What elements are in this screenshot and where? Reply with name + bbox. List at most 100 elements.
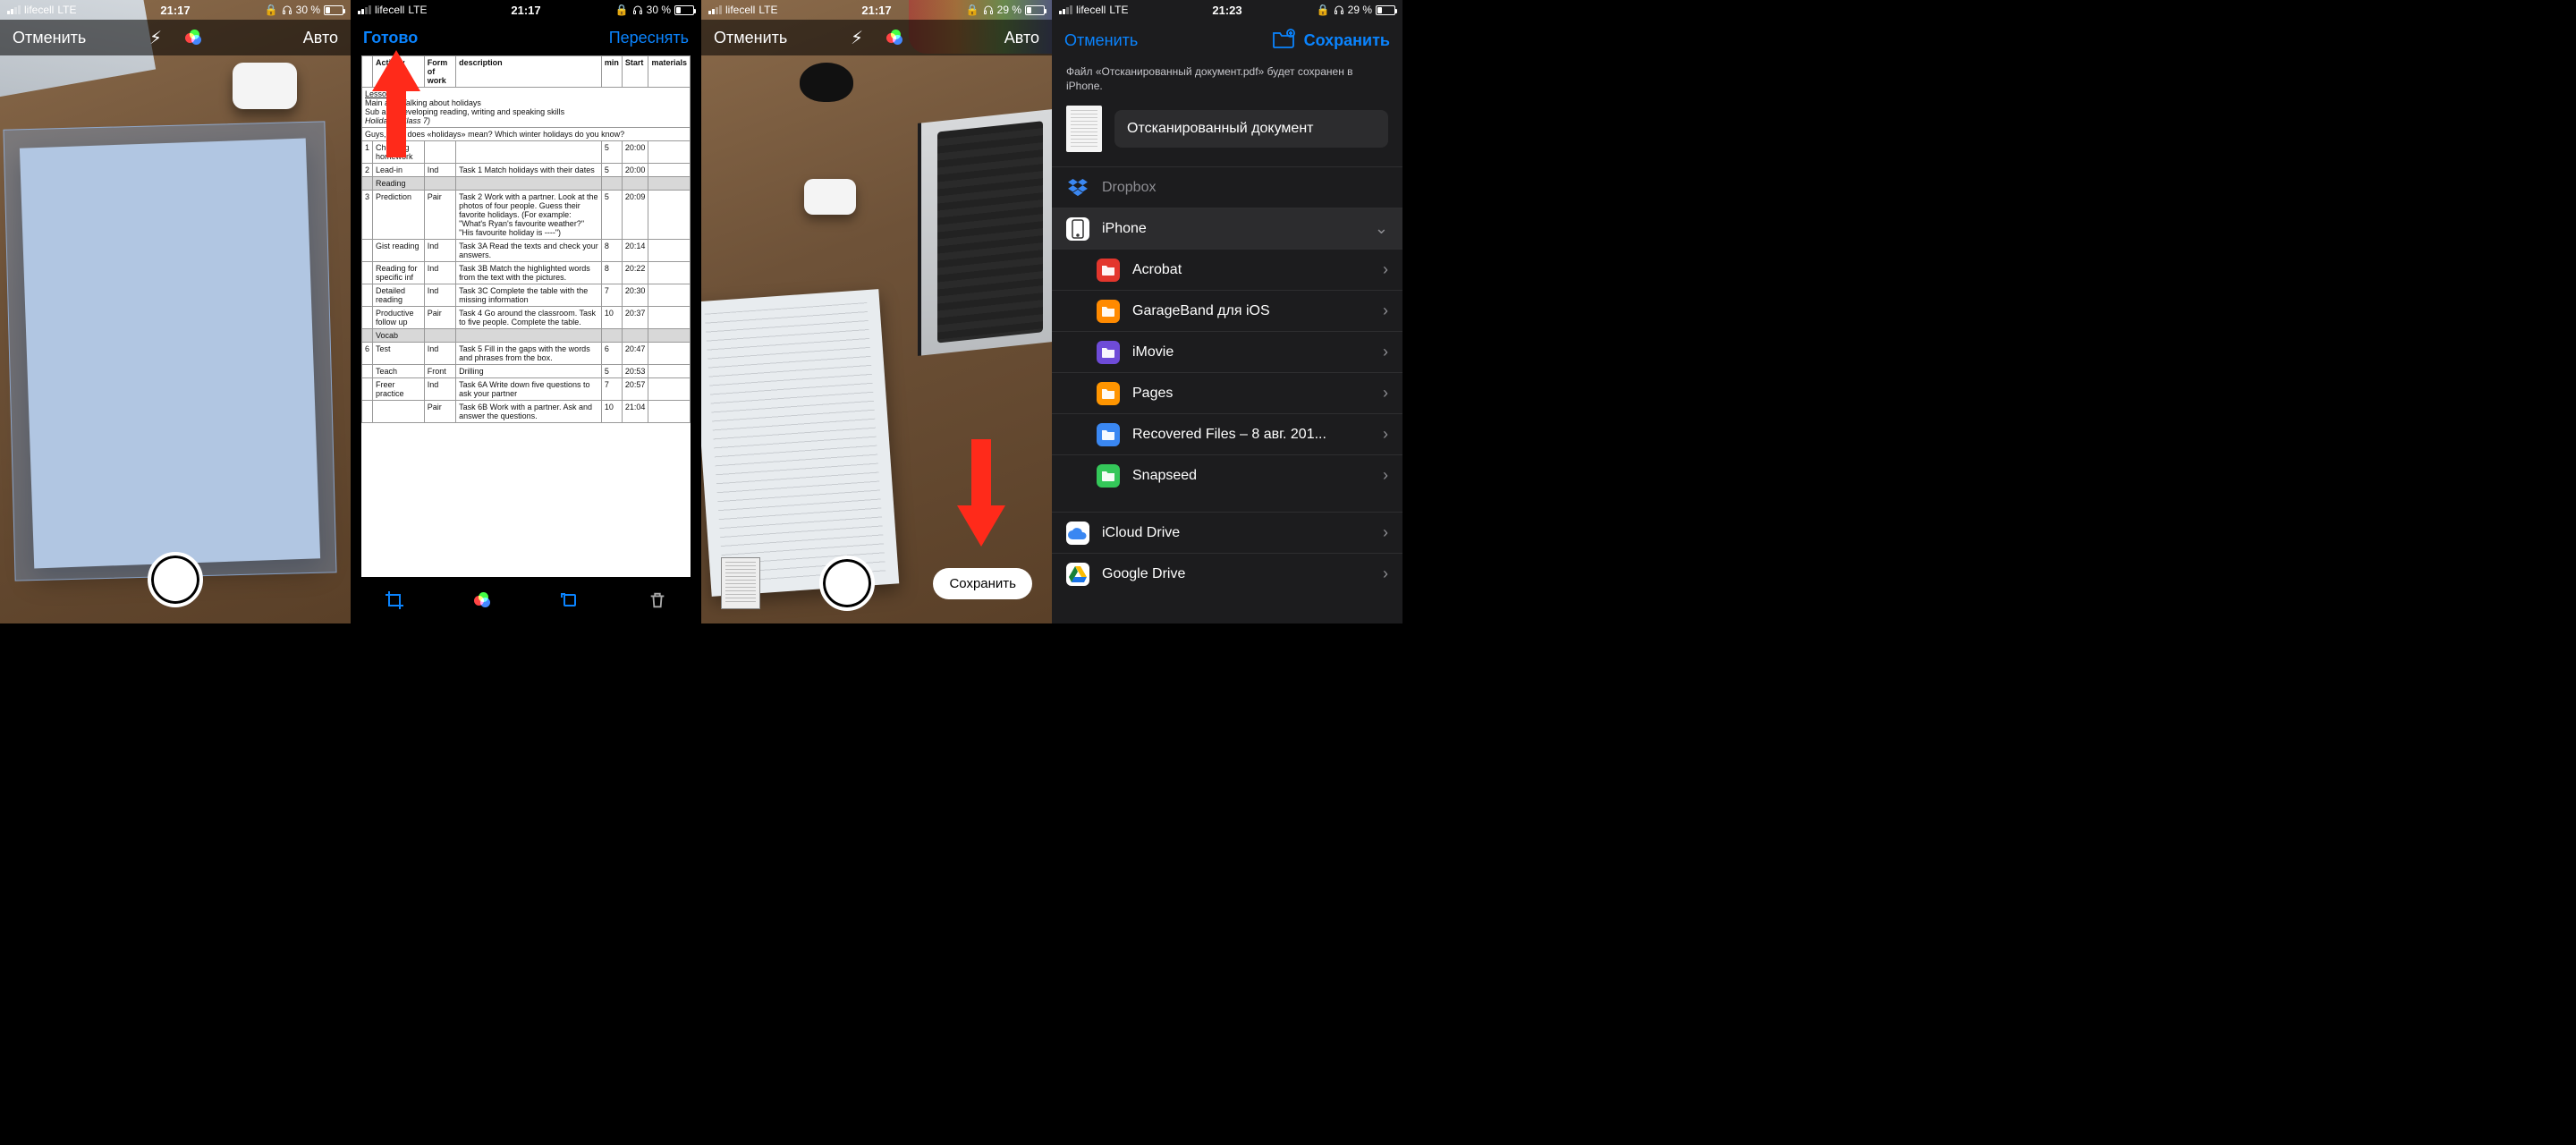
carrier-label: lifecell [24, 4, 54, 16]
chevron-right-icon: › [1383, 301, 1388, 320]
save-navbar: Отменить Сохранить [1052, 20, 1402, 61]
auto-mode-button[interactable]: Авто [1004, 29, 1039, 47]
retake-button[interactable]: Переснять [609, 29, 689, 47]
rotate-icon[interactable] [557, 588, 582, 613]
signal-icon [708, 5, 722, 14]
chevron-right-icon: › [1383, 343, 1388, 361]
file-thumbnail [1066, 106, 1102, 152]
status-bar: lifecell LTE 21:17 🔒 29 % [701, 0, 1052, 20]
chevron-right-icon: › [1383, 425, 1388, 444]
location-child[interactable]: Recovered Files – 8 авг. 201... › [1052, 413, 1402, 454]
airpods-case [233, 63, 297, 109]
folder-icon [1097, 259, 1120, 282]
laptop [918, 109, 1052, 356]
lock-icon: 🔒 [1317, 4, 1330, 16]
cancel-button[interactable]: Отменить [714, 29, 787, 47]
clock: 21:17 [861, 4, 891, 17]
headphones-icon [632, 4, 643, 15]
table-header: Start [622, 56, 648, 88]
location-gdrive[interactable]: Google Drive › [1052, 553, 1402, 594]
scanner-navbar: Отменить ⚡︎ Авто [0, 20, 351, 55]
folder-icon [1097, 423, 1120, 446]
scan-thumbnail[interactable] [721, 557, 760, 609]
signal-icon [7, 5, 21, 14]
location-label: iMovie [1132, 344, 1174, 360]
carrier-label: lifecell [725, 4, 755, 16]
location-child[interactable]: Acrobat› [1052, 249, 1402, 290]
network-label: LTE [1109, 4, 1128, 16]
battery-percent: 30 % [647, 4, 671, 16]
table-header: description [456, 56, 602, 88]
location-icloud[interactable]: iCloud Drive › [1052, 512, 1402, 553]
shutter-button[interactable] [148, 552, 203, 607]
chevron-right-icon: › [1383, 260, 1388, 279]
gdrive-icon [1066, 563, 1089, 586]
battery-percent: 29 % [997, 4, 1021, 16]
chevron-right-icon: › [1383, 564, 1388, 583]
icloud-icon [1066, 522, 1089, 545]
table-row: Vocab [362, 329, 691, 343]
filename-field[interactable]: Отсканированный документ [1114, 110, 1388, 148]
battery-icon [674, 5, 694, 15]
screen-scan-camera: lifecell LTE 21:17 🔒 30 % Отменить ⚡︎ Ав… [0, 0, 351, 623]
trash-icon[interactable] [645, 588, 670, 613]
chevron-right-icon: › [1383, 523, 1388, 542]
clock: 21:17 [511, 4, 540, 17]
table-header: min [601, 56, 622, 88]
carrier-label: lifecell [375, 4, 404, 16]
done-button[interactable]: Готово [363, 29, 418, 47]
table-row: 3PredictionPairTask 2 Work with a partne… [362, 191, 691, 240]
auto-mode-button[interactable]: Авто [303, 29, 338, 47]
cancel-button[interactable]: Отменить [13, 29, 86, 47]
battery-percent: 29 % [1348, 4, 1372, 16]
location-iphone[interactable]: iPhone ⌄ [1052, 208, 1402, 249]
table-row: Freer practiceIndTask 6A Write down five… [362, 378, 691, 401]
save-button[interactable]: Сохранить [933, 568, 1032, 599]
filters-icon[interactable] [185, 30, 201, 46]
annotation-arrow-down [957, 439, 1005, 547]
location-label: iPhone [1102, 221, 1147, 237]
location-child[interactable]: Snapseed› [1052, 454, 1402, 496]
location-label: Pages [1132, 386, 1173, 402]
desk-mouse [800, 63, 853, 102]
location-dropbox[interactable]: Dropbox [1052, 166, 1402, 208]
location-child[interactable]: Pages› [1052, 372, 1402, 413]
new-folder-icon[interactable] [1272, 29, 1295, 53]
filters-icon[interactable] [470, 588, 495, 613]
camera-viewport [0, 0, 351, 623]
headphones-icon [282, 4, 292, 15]
location-child[interactable]: GarageBand для iOS› [1052, 290, 1402, 331]
filename-row: Отсканированный документ [1052, 102, 1402, 166]
battery-icon [1376, 5, 1395, 15]
table-header: Form of work [424, 56, 455, 88]
location-label: Recovered Files – 8 авг. 201... [1132, 427, 1326, 443]
network-label: LTE [408, 4, 427, 16]
location-child[interactable]: iMovie › [1052, 331, 1402, 372]
flash-icon[interactable]: ⚡︎ [149, 27, 162, 49]
table-row: 6TestIndTask 5 Fill in the gaps with the… [362, 343, 691, 365]
battery-icon [324, 5, 343, 15]
crop-icon[interactable] [382, 588, 407, 613]
folder-icon [1097, 300, 1120, 323]
shutter-button[interactable] [819, 556, 875, 611]
screen-scan-save: lifecell LTE 21:17 🔒 29 % Отменить ⚡︎ Ав… [701, 0, 1052, 623]
table-row: TeachFrontDrilling520:53 [362, 365, 691, 378]
battery-icon [1025, 5, 1045, 15]
folder-icon [1097, 464, 1120, 488]
location-label: Google Drive [1102, 566, 1185, 582]
chevron-down-icon: ⌄ [1375, 219, 1388, 238]
filters-icon[interactable] [886, 30, 902, 46]
table-header: materials [648, 56, 691, 88]
cancel-button[interactable]: Отменить [1064, 31, 1138, 50]
battery-percent: 30 % [296, 4, 320, 16]
table-row: 2Lead-inIndTask 1 Match holidays with th… [362, 164, 691, 177]
preview-toolbar [351, 577, 701, 623]
flash-icon[interactable]: ⚡︎ [851, 27, 863, 49]
network-label: LTE [57, 4, 76, 16]
location-list: Dropbox iPhone ⌄ Acrobat›GarageBand для … [1052, 166, 1402, 594]
save-message: Файл «Отсканированный документ.pdf» буде… [1052, 61, 1402, 102]
scanner-navbar: Отменить ⚡︎ Авто [701, 20, 1052, 55]
save-button[interactable]: Сохранить [1304, 31, 1390, 50]
annotation-arrow-up [372, 50, 420, 157]
scan-detection-overlay [3, 121, 336, 581]
